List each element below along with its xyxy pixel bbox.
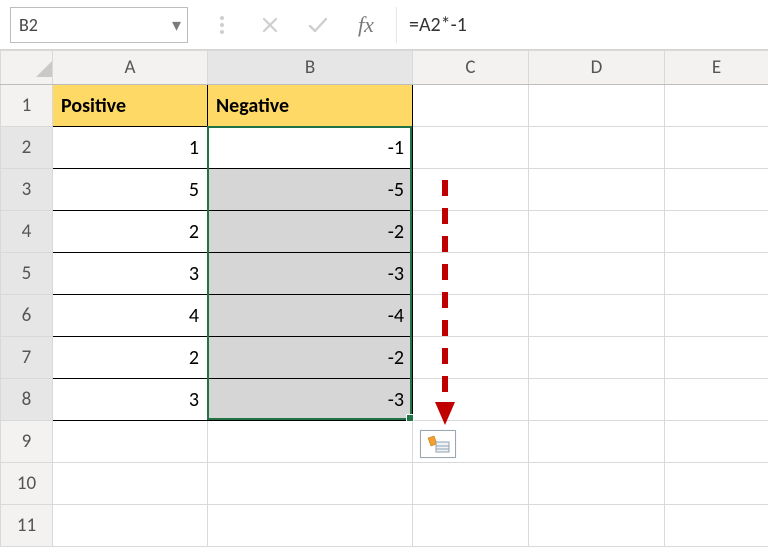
- cell-a10[interactable]: [53, 463, 208, 505]
- cell-e10[interactable]: [665, 463, 768, 505]
- cell-d11[interactable]: [529, 505, 665, 547]
- cell-e7[interactable]: [665, 337, 768, 379]
- cell-c10[interactable]: [413, 463, 529, 505]
- name-box-dropdown-icon[interactable]: ▾: [172, 14, 181, 36]
- row-header-2[interactable]: 2: [1, 127, 53, 169]
- row-header-6[interactable]: 6: [1, 295, 53, 337]
- cell-b8[interactable]: -3: [208, 379, 413, 421]
- cell-b9[interactable]: [208, 421, 413, 463]
- spreadsheet-grid[interactable]: A B C D E 1 Positive Negative 2 1 -1: [0, 50, 768, 547]
- row-header-4[interactable]: 4: [1, 211, 53, 253]
- name-box-value: B2: [19, 14, 38, 36]
- row-header-8[interactable]: 8: [1, 379, 53, 421]
- cell-a3[interactable]: 5: [53, 169, 208, 211]
- col-header-b[interactable]: B: [208, 51, 413, 85]
- col-header-c[interactable]: C: [413, 51, 529, 85]
- cell-a1[interactable]: Positive: [53, 85, 208, 127]
- row-header-1[interactable]: 1: [1, 85, 53, 127]
- cell-a5[interactable]: 3: [53, 253, 208, 295]
- cell-d6[interactable]: [529, 295, 665, 337]
- col-header-a[interactable]: A: [53, 51, 208, 85]
- cell-e4[interactable]: [665, 211, 768, 253]
- col-header-d[interactable]: D: [529, 51, 665, 85]
- cell-b11[interactable]: [208, 505, 413, 547]
- cell-b4[interactable]: -2: [208, 211, 413, 253]
- cell-a2[interactable]: 1: [53, 127, 208, 169]
- name-box[interactable]: B2 ▾: [10, 7, 188, 43]
- cell-d8[interactable]: [529, 379, 665, 421]
- cell-d2[interactable]: [529, 127, 665, 169]
- cell-c6[interactable]: [413, 295, 529, 337]
- select-all-corner[interactable]: [1, 51, 53, 85]
- formula-text: =A2*-1: [409, 13, 467, 37]
- cell-e8[interactable]: [665, 379, 768, 421]
- cell-a11[interactable]: [53, 505, 208, 547]
- cell-e5[interactable]: [665, 253, 768, 295]
- cell-b2[interactable]: -1: [208, 127, 413, 169]
- dots-icon: [210, 13, 234, 37]
- cell-c5[interactable]: [413, 253, 529, 295]
- formula-bar: B2 ▾ fx =A2*-1: [0, 0, 768, 50]
- cell-d1[interactable]: [529, 85, 665, 127]
- cell-b3[interactable]: -5: [208, 169, 413, 211]
- cell-d5[interactable]: [529, 253, 665, 295]
- cell-c3[interactable]: [413, 169, 529, 211]
- row-header-7[interactable]: 7: [1, 337, 53, 379]
- cell-a7[interactable]: 2: [53, 337, 208, 379]
- sheet-table: A B C D E 1 Positive Negative 2 1 -1: [0, 50, 768, 547]
- cell-e3[interactable]: [665, 169, 768, 211]
- row-header-11[interactable]: 11: [1, 505, 53, 547]
- cell-c8[interactable]: [413, 379, 529, 421]
- cell-b5[interactable]: -3: [208, 253, 413, 295]
- cell-e1[interactable]: [665, 85, 768, 127]
- cell-d7[interactable]: [529, 337, 665, 379]
- cell-e9[interactable]: [665, 421, 768, 463]
- cell-c4[interactable]: [413, 211, 529, 253]
- cell-b6[interactable]: -4: [208, 295, 413, 337]
- fx-icon[interactable]: fx: [354, 13, 378, 37]
- confirm-icon[interactable]: [306, 13, 330, 37]
- cell-a6[interactable]: 4: [53, 295, 208, 337]
- cell-a8[interactable]: 3: [53, 379, 208, 421]
- fx-label: fx: [358, 12, 374, 38]
- row-header-9[interactable]: 9: [1, 421, 53, 463]
- cancel-icon[interactable]: [258, 13, 282, 37]
- cell-c2[interactable]: [413, 127, 529, 169]
- cell-d4[interactable]: [529, 211, 665, 253]
- formula-bar-controls: fx: [200, 13, 378, 37]
- cell-b10[interactable]: [208, 463, 413, 505]
- row-header-10[interactable]: 10: [1, 463, 53, 505]
- cell-c1[interactable]: [413, 85, 529, 127]
- cell-a9[interactable]: [53, 421, 208, 463]
- col-header-e[interactable]: E: [665, 51, 768, 85]
- cell-b1[interactable]: Negative: [208, 85, 413, 127]
- cell-e6[interactable]: [665, 295, 768, 337]
- formula-input[interactable]: =A2*-1: [396, 7, 758, 43]
- cell-a4[interactable]: 2: [53, 211, 208, 253]
- cell-c11[interactable]: [413, 505, 529, 547]
- cell-d10[interactable]: [529, 463, 665, 505]
- autofill-options-button[interactable]: [420, 430, 456, 458]
- cell-e11[interactable]: [665, 505, 768, 547]
- cell-d9[interactable]: [529, 421, 665, 463]
- row-header-3[interactable]: 3: [1, 169, 53, 211]
- row-header-5[interactable]: 5: [1, 253, 53, 295]
- cell-e2[interactable]: [665, 127, 768, 169]
- cell-d3[interactable]: [529, 169, 665, 211]
- cell-b7[interactable]: -2: [208, 337, 413, 379]
- cell-c7[interactable]: [413, 337, 529, 379]
